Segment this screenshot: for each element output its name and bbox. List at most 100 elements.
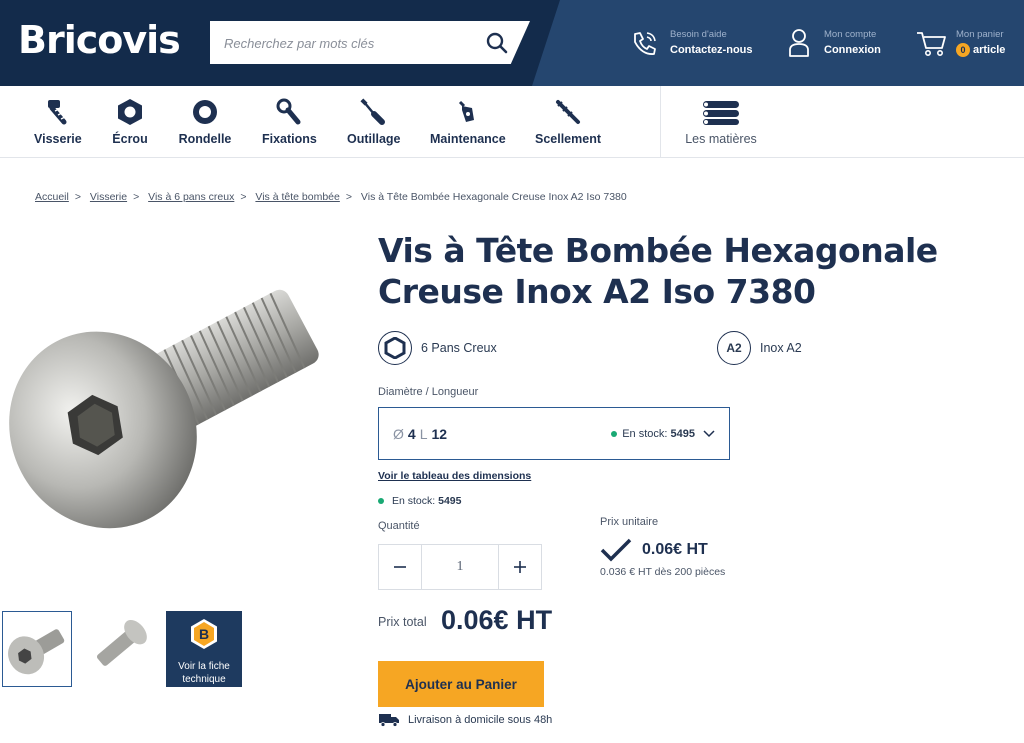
nav-item-scellement[interactable]: Scellement	[535, 98, 601, 146]
variant-stock: En stock: 5495	[611, 428, 715, 440]
nav-label-scellement: Scellement	[535, 132, 602, 146]
pipes-icon	[703, 101, 739, 125]
nav-item-outillage[interactable]: Outillage	[347, 98, 401, 146]
search-box	[210, 21, 530, 64]
nav-label-fixations: Fixations	[262, 132, 317, 146]
account-link[interactable]: Mon compte Connexion	[782, 26, 881, 60]
breadcrumb-home[interactable]: Accueil	[35, 191, 69, 203]
delivery-label: Livraison à domicile sous 48h	[408, 714, 553, 726]
minus-icon	[394, 566, 406, 568]
nav-item-visserie[interactable]: Visserie	[34, 98, 82, 146]
breadcrumb-current: Vis à Tête Bombée Hexagonale Creuse Inox…	[360, 191, 627, 203]
cart-count-badge: 0	[956, 43, 970, 57]
nav-label-visserie: Visserie	[34, 132, 82, 146]
total-price-value: 0.06€ HT	[441, 605, 553, 635]
screw-icon	[48, 100, 67, 125]
breadcrumb-visserie[interactable]: Visserie	[90, 191, 127, 203]
brand-hex-letter: B	[199, 626, 209, 642]
truck-icon	[379, 714, 399, 727]
nav-divider	[660, 86, 661, 158]
nav-item-materials[interactable]: Les matières	[684, 98, 758, 146]
anchor-icon	[556, 100, 580, 124]
thumbnail-2[interactable]	[82, 611, 152, 687]
stock-dot	[611, 430, 618, 437]
brand-hex-icon: B	[191, 619, 217, 649]
variant-select[interactable]: Ø 4 L 12 En stock: 5495	[378, 407, 730, 460]
breadcrumb-tete-bombee[interactable]: Vis à tête bombée	[255, 191, 339, 203]
variant-stock-qty: 5495	[670, 427, 695, 440]
cart-items-label: article	[973, 44, 1006, 56]
stock-status: En stock: 5495	[378, 495, 461, 507]
unit-price: 0.06€ HT	[600, 538, 708, 562]
breadcrumb-separator: >	[133, 191, 140, 203]
delivery-info: Livraison à domicile sous 48h	[378, 713, 552, 727]
breadcrumb-separator: >	[345, 191, 352, 203]
phone-icon	[634, 32, 656, 55]
cart-link[interactable]: Mon panier 0 article	[914, 26, 1005, 60]
unit-price-value: 0.06€ HT	[642, 541, 708, 558]
help-small-text: Besoin d'aide	[670, 29, 727, 40]
add-to-cart-button[interactable]: Ajouter au Panier	[378, 661, 544, 707]
nav-item-maintenance[interactable]: Maintenance	[430, 98, 506, 146]
cart-icon	[917, 32, 946, 56]
account-small-text: Mon compte	[824, 29, 877, 40]
dimensions-table-link[interactable]: Voir le tableau des dimensions	[378, 470, 531, 482]
quantity-increase-button[interactable]	[499, 545, 541, 589]
variant-length: 12	[431, 425, 448, 442]
tech-sheet-thumbnail[interactable]: B Voir la fiche technique	[166, 611, 242, 687]
cart-small-text: Mon panier	[956, 29, 1004, 40]
breadcrumb-separator: >	[74, 191, 81, 203]
product-main-image[interactable]	[5, 252, 350, 562]
quantity-decrease-button[interactable]	[379, 545, 421, 589]
fixing-icon	[276, 98, 301, 125]
nut-icon	[118, 99, 142, 125]
site-header: Bricovis Besoin d'aide Contactez-nous Mo…	[0, 0, 1024, 86]
tool-icon	[360, 98, 385, 125]
user-icon	[789, 29, 809, 57]
variant-dimensions: Ø 4 L 12	[393, 426, 451, 442]
nav-item-ecrou[interactable]: Écrou	[110, 98, 150, 146]
help-big-text: Contactez-nous	[670, 44, 753, 56]
thumbnail-1[interactable]	[2, 611, 72, 687]
material-attribute: A2 Inox A2	[717, 331, 802, 365]
cart-summary: 0 article	[956, 42, 1005, 58]
unit-price-label: Prix unitaire	[600, 516, 659, 528]
variant-field-label: Diamètre / Longueur	[378, 386, 479, 398]
variant-stock-label: En stock:	[622, 427, 668, 440]
washer-icon	[193, 100, 217, 124]
product-title: Vis à Tête Bombée Hexagonale Creuse Inox…	[378, 231, 938, 311]
nav-item-rondelle[interactable]: Rondelle	[178, 98, 232, 146]
chevron-down-icon	[703, 429, 715, 437]
nav-label-ecrou: Écrou	[112, 132, 148, 146]
total-price-label: Prix total	[378, 615, 427, 629]
length-symbol: L	[419, 425, 428, 442]
checkmark-icon	[600, 538, 632, 562]
search-input[interactable]	[224, 32, 474, 54]
stock-qty: 5495	[438, 495, 462, 507]
breadcrumb-six-pans[interactable]: Vis à 6 pans creux	[148, 191, 234, 203]
stock-dot	[378, 498, 384, 504]
account-big-text: Connexion	[824, 44, 881, 56]
maintenance-icon	[458, 100, 474, 122]
site-logo[interactable]: Bricovis	[18, 18, 181, 62]
nav-label-outillage: Outillage	[347, 132, 401, 146]
nav-label-rondelle: Rondelle	[178, 132, 232, 146]
nav-label-materials: Les matières	[685, 132, 757, 146]
drive-attribute: 6 Pans Creux	[378, 331, 497, 365]
search-icon[interactable]	[484, 30, 510, 56]
help-link[interactable]: Besoin d'aide Contactez-nous	[628, 26, 753, 60]
diameter-symbol: Ø	[393, 425, 404, 442]
nav-label-maintenance: Maintenance	[430, 132, 506, 146]
material-attribute-label: Inox A2	[760, 341, 802, 355]
tech-sheet-label: Voir la fiche technique	[178, 661, 230, 685]
variant-diameter: 4	[407, 425, 416, 442]
material-badge: A2	[717, 331, 751, 365]
stock-label: En stock:	[392, 495, 436, 507]
breadcrumb: Accueil > Visserie > Vis à 6 pans creux > V…	[35, 191, 627, 203]
quantity-input[interactable]: 1	[421, 545, 499, 589]
quantity-label: Quantité	[378, 520, 420, 532]
nav-item-fixations[interactable]: Fixations	[262, 98, 317, 146]
plus-icon	[514, 561, 526, 573]
breadcrumb-separator: >	[240, 191, 247, 203]
drive-attribute-label: 6 Pans Creux	[421, 341, 497, 355]
